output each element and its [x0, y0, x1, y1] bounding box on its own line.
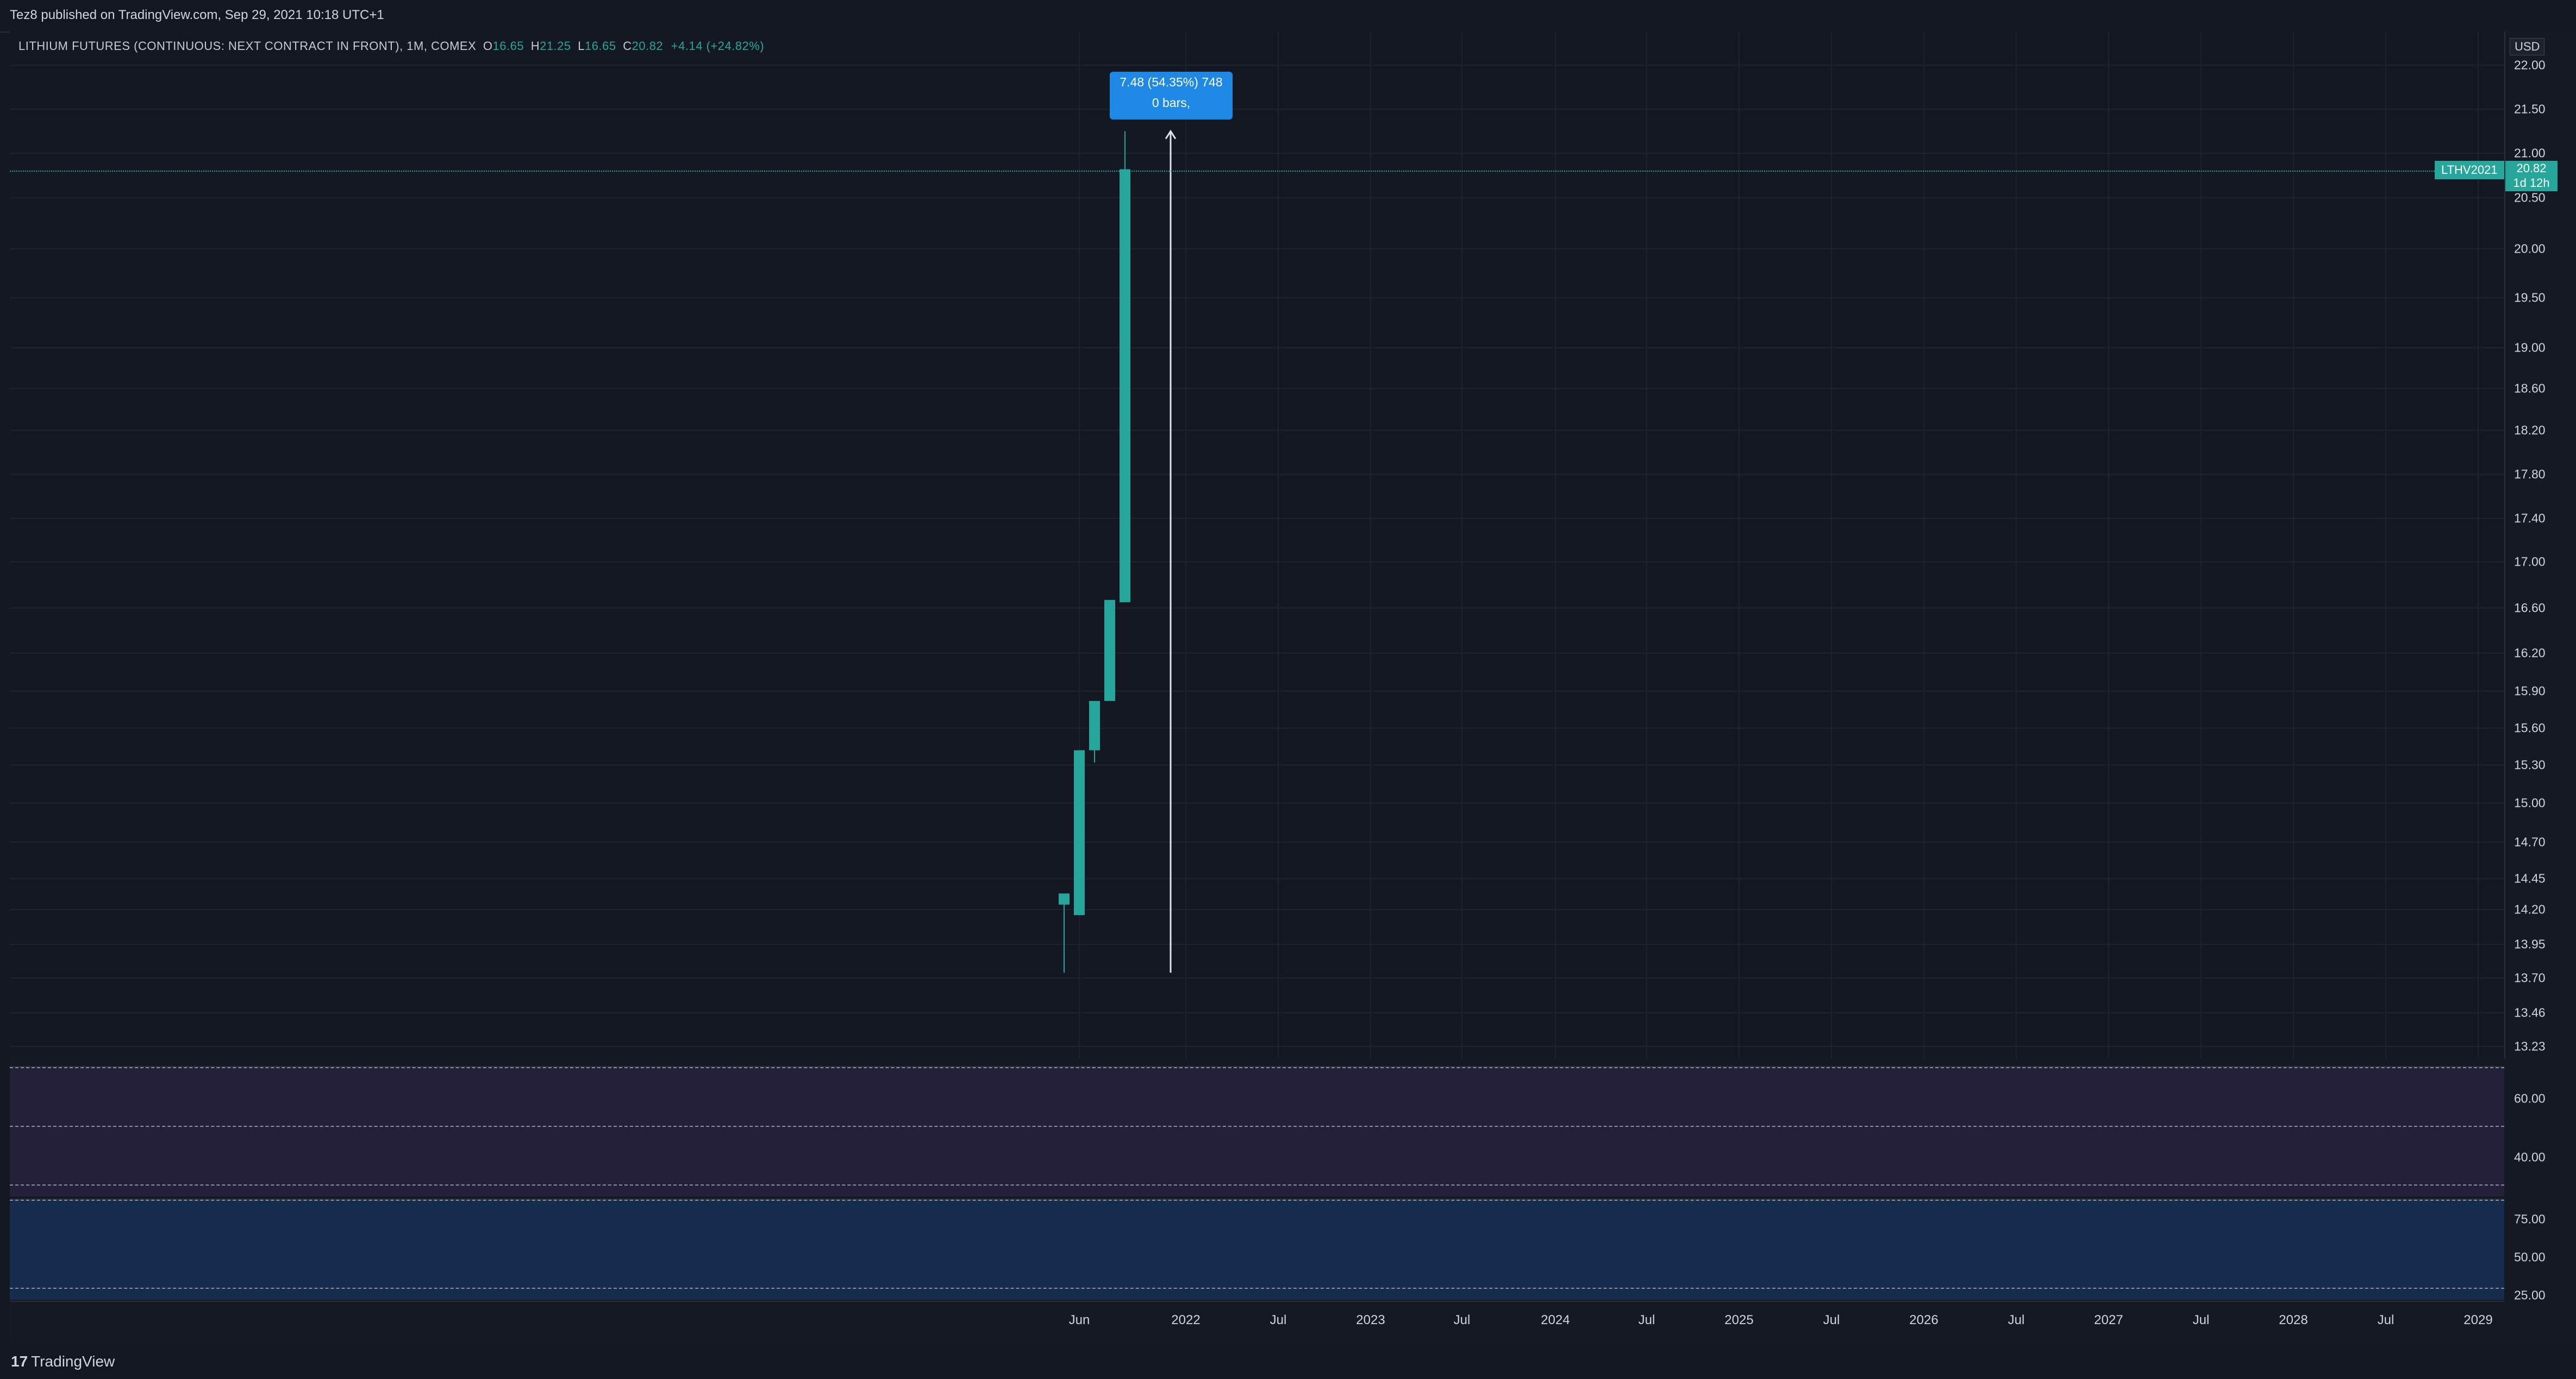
price-tick-label: 15.60	[2514, 720, 2546, 735]
time-tick-label: 2023	[1356, 1313, 1385, 1327]
candle-body	[1074, 750, 1085, 916]
price-tick-label: 13.70	[2514, 970, 2546, 985]
publish-header: Tez8 published on TradingView.com, Sep 2…	[0, 0, 2576, 33]
indicator-1-band	[10, 1067, 2504, 1196]
legend-high-value: 21.25	[540, 39, 571, 53]
measure-tooltip-line1: 7.48 (54.35%) 748	[1120, 75, 1223, 89]
price-tick-label: 17.00	[2514, 554, 2546, 569]
indicator-1-upper-line	[10, 1067, 2504, 1068]
legend-open-value: 16.65	[492, 39, 524, 53]
price-axis[interactable]: USD 22.00 21.50 21.00 20.50 20.00 19.50 19.00 1…	[2505, 32, 2576, 1343]
price-tick-label: 18.20	[2514, 423, 2546, 437]
candles-layer	[1059, 129, 1177, 973]
measure-tooltip: 7.48 (54.35%) 748 0 bars,	[1110, 72, 1233, 120]
time-tick-label: Jul	[2192, 1313, 2210, 1327]
time-tick-label: Jul	[1638, 1313, 1655, 1327]
candle-body	[1059, 893, 1070, 905]
time-tick-label: Jul	[2377, 1313, 2394, 1327]
price-tick-label: 14.20	[2514, 902, 2546, 917]
time-tick-label: 2026	[1909, 1313, 1939, 1327]
legend-open-label: O	[483, 39, 493, 53]
last-price-line	[10, 171, 2504, 172]
price-tick-label: 16.20	[2514, 645, 2546, 660]
indicator-1-tick-label: 40.00	[2514, 1150, 2546, 1164]
candle-body	[1104, 600, 1115, 701]
price-tick-label: 21.50	[2514, 102, 2546, 116]
price-tick-label: 14.70	[2514, 835, 2546, 849]
price-tick-label: 13.95	[2514, 937, 2546, 951]
time-tick-label: 2027	[2094, 1313, 2123, 1327]
price-tick-label: 17.80	[2514, 467, 2546, 481]
last-price-value: 20.82	[2516, 161, 2547, 175]
price-tick-label: 15.90	[2514, 684, 2546, 698]
price-tick-label: 16.60	[2514, 600, 2546, 615]
tradingview-brand-name: TradingView	[31, 1353, 115, 1370]
legend-title: LITHIUM FUTURES (CONTINUOUS: NEXT CONTRA…	[18, 39, 477, 53]
symbol-legend: LITHIUM FUTURES (CONTINUOUS: NEXT CONTRA…	[18, 39, 764, 53]
tradingview-logo-icon: 17	[11, 1353, 28, 1370]
price-tick-label: 17.40	[2514, 511, 2546, 525]
indicator-2-tick-label: 50.00	[2514, 1250, 2546, 1264]
time-tick-label: Jul	[2008, 1313, 2025, 1327]
time-tick-label: Jul	[1823, 1313, 1840, 1327]
legend-close-label: C	[623, 39, 632, 53]
time-tick-label: Jul	[1270, 1313, 1287, 1327]
price-tick-label: 19.00	[2514, 340, 2546, 355]
legend-low-value: 16.65	[585, 39, 616, 53]
time-tick-label: Jul	[1453, 1313, 1471, 1327]
legend-low-label: L	[578, 39, 585, 53]
bar-countdown: 1d 12h	[2513, 176, 2550, 190]
chart-frame: LITHIUM FUTURES (CONTINUOUS: NEXT CONTRA…	[10, 32, 2576, 1343]
tradingview-logo[interactable]: 17 TradingView	[11, 1353, 115, 1370]
footer: 17 TradingView	[0, 1343, 2576, 1379]
time-tick-label: 2025	[1724, 1313, 1754, 1327]
time-tick-label: 2022	[1171, 1313, 1201, 1327]
indicator-2-lower-line	[10, 1288, 2504, 1289]
measure-tooltip-line2: 0 bars,	[1152, 96, 1191, 110]
price-tick-label: 13.23	[2514, 1039, 2546, 1054]
time-axis[interactable]: Jun 2022 Jul 2023 Jul 2024 Jul 2025 Jul 2026 Jul 20…	[10, 1301, 2504, 1344]
legend-high-label: H	[530, 39, 540, 53]
price-tick-label: 20.50	[2514, 190, 2546, 205]
time-tick-label: 2029	[2464, 1313, 2493, 1327]
price-tick-label: 22.00	[2514, 58, 2546, 72]
indicator-2-band	[10, 1200, 2504, 1300]
indicator-1-lower-line	[10, 1184, 2504, 1186]
publisher-text: Tez8 published on TradingView.com, Sep 2…	[10, 8, 384, 22]
indicator-2-tick-label: 75.00	[2514, 1212, 2546, 1226]
currency-label[interactable]: USD	[2510, 38, 2545, 55]
candle-body	[1089, 701, 1100, 750]
price-pane[interactable]: LITHIUM FUTURES (CONTINUOUS: NEXT CONTRA…	[10, 32, 2505, 1058]
indicator-2-tick-label: 25.00	[2514, 1288, 2546, 1302]
price-tick-label: 20.00	[2514, 241, 2546, 256]
candle-body	[1120, 169, 1130, 603]
price-tick-label: 15.30	[2514, 757, 2546, 772]
price-tick-label: 14.45	[2514, 871, 2546, 886]
legend-change: +4.14 (+24.82%)	[671, 39, 765, 53]
price-tick-label: 13.46	[2514, 1005, 2546, 1020]
indicator-pane-2[interactable]	[10, 1199, 2504, 1300]
indicator-2-upper-line	[10, 1200, 2504, 1201]
time-tick-label: 2024	[1541, 1313, 1570, 1327]
time-tick-label: Jun	[1068, 1313, 1090, 1327]
indicator-pane-1[interactable]	[10, 1066, 2504, 1196]
price-tick-label: 15.00	[2514, 795, 2546, 810]
last-price-tag: 20.82 1d 12h	[2505, 161, 2558, 191]
price-tick-label: 19.50	[2514, 290, 2546, 305]
symbol-tag: LTHV2021	[2435, 161, 2504, 179]
indicator-1-mid-line	[10, 1126, 2504, 1127]
price-tick-label: 21.00	[2514, 146, 2546, 160]
time-tick-label: 2028	[2279, 1313, 2308, 1327]
price-tick-label: 18.60	[2514, 381, 2546, 396]
indicator-1-tick-label: 60.00	[2514, 1091, 2546, 1106]
legend-close-value: 20.82	[632, 39, 664, 53]
